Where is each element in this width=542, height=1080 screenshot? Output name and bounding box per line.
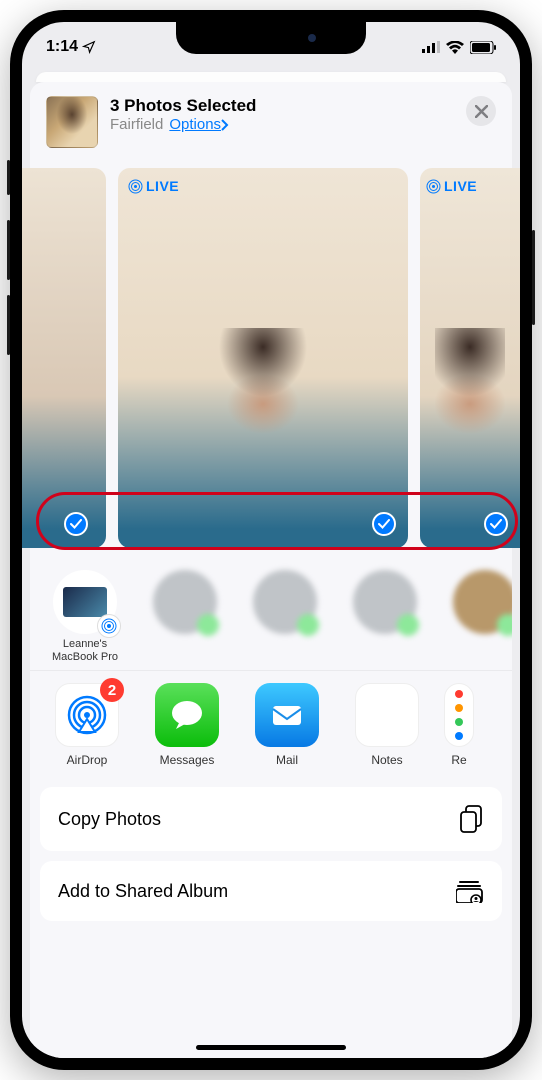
macbook-icon — [63, 587, 107, 617]
airdrop-icon — [101, 618, 117, 634]
close-icon — [475, 105, 488, 118]
airdrop-target-contact[interactable] — [244, 570, 326, 664]
actions-list-2: Add to Shared Album — [40, 861, 502, 921]
action-add-shared-album[interactable]: Add to Shared Album — [40, 861, 502, 921]
iphone-frame: 1:14 3 Photos Selected Fairfield Options — [10, 10, 532, 1070]
wifi-icon — [446, 41, 464, 54]
share-app-reminders[interactable]: Re — [444, 683, 474, 767]
background-sheet — [36, 72, 506, 82]
selection-checkmark[interactable] — [484, 512, 508, 536]
airdrop-target-contact[interactable] — [144, 570, 226, 664]
live-badge: LIVE — [128, 178, 179, 194]
share-app-messages[interactable]: Messages — [144, 683, 230, 767]
signal-icon — [422, 41, 440, 53]
airdrop-icon — [66, 694, 108, 736]
volume-up-button — [7, 220, 10, 280]
volume-down-button — [7, 295, 10, 355]
location-arrow-icon — [82, 40, 96, 54]
share-sheet: 3 Photos Selected Fairfield Options — [30, 82, 512, 1058]
share-apps-row[interactable]: 2 AirDrop Messages Mail — [30, 670, 512, 787]
options-link[interactable]: Options — [169, 116, 229, 133]
selection-title: 3 Photos Selected — [110, 96, 454, 116]
status-time: 1:14 — [46, 38, 78, 56]
close-button[interactable] — [466, 96, 496, 126]
home-indicator[interactable] — [196, 1045, 346, 1050]
phone-screen: 1:14 3 Photos Selected Fairfield Options — [22, 22, 520, 1058]
action-copy-photos[interactable]: Copy Photos — [40, 787, 502, 851]
battery-icon — [470, 41, 496, 54]
share-app-notes[interactable]: Notes — [344, 683, 430, 767]
airdrop-row[interactable]: Leanne'sMacBook Pro — [30, 554, 512, 670]
airdrop-target-contact[interactable] — [344, 570, 426, 664]
location-label: Fairfield — [110, 116, 163, 133]
copy-icon — [460, 805, 484, 833]
selection-checkmark[interactable] — [64, 512, 88, 536]
airdrop-target-macbook[interactable]: Leanne'sMacBook Pro — [44, 570, 126, 664]
notch — [176, 22, 366, 54]
airdrop-target-contact[interactable] — [444, 570, 512, 664]
reminders-dot-icon — [455, 704, 463, 712]
photo-thumbnail-prev[interactable] — [22, 168, 106, 548]
photo-content — [162, 328, 365, 518]
photo-thumbnail-next[interactable]: LIVE — [420, 168, 520, 548]
live-icon — [128, 179, 143, 194]
photo-content — [435, 328, 505, 518]
silence-switch — [7, 160, 10, 195]
share-app-airdrop[interactable]: 2 AirDrop — [44, 683, 130, 767]
messages-icon — [167, 695, 207, 735]
reminders-dot-icon — [455, 690, 463, 698]
reminders-dot-icon — [455, 718, 463, 726]
check-icon — [378, 519, 390, 529]
share-app-mail[interactable]: Mail — [244, 683, 330, 767]
photo-thumbnail-current[interactable]: LIVE — [118, 168, 408, 548]
selection-checkmark[interactable] — [372, 512, 396, 536]
shared-album-icon — [456, 879, 484, 903]
mail-icon — [267, 695, 307, 735]
check-icon — [490, 519, 502, 529]
actions-list: Copy Photos — [40, 787, 502, 851]
share-sheet-header: 3 Photos Selected Fairfield Options — [30, 82, 512, 162]
reminders-dot-icon — [455, 732, 463, 740]
header-thumbnail — [46, 96, 98, 148]
live-icon — [426, 179, 441, 194]
chevron-right-icon — [221, 119, 229, 131]
live-badge: LIVE — [426, 178, 477, 194]
photo-strip[interactable]: LIVE LIVE — [22, 162, 520, 554]
power-button — [532, 230, 535, 325]
check-icon — [70, 519, 82, 529]
notification-badge: 2 — [100, 678, 124, 702]
